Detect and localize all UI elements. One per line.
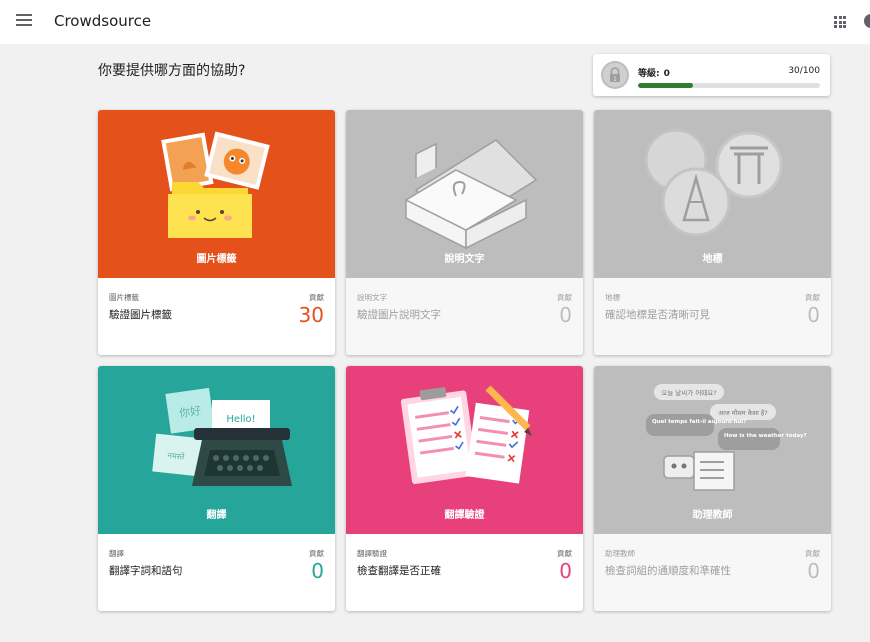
card-art: 翻譯驗證 [346,366,583,534]
card-description: 驗證圖片說明文字 [357,309,441,321]
account-icon[interactable] [864,14,870,28]
illustration-korean: 오늘 날씨가 어때요? [661,388,716,397]
app-bar: Crowdsource [0,0,870,44]
task-card-image-label[interactable]: 圖片標籤 圖片標籤 驗證圖片標籤 貢獻 30 [98,110,335,355]
card-description: 驗證圖片標籤 [109,309,172,321]
contribution-label: 貢獻 [557,549,572,558]
card-art: 說明文字 [346,110,583,278]
card-title: 翻譯 [206,510,227,521]
svg-text:1: 1 [613,77,616,83]
level-progress-bar [638,83,820,88]
task-card-landmarks[interactable]: 地標 地標 確認地標是否清晰可見 貢獻 0 [594,110,831,355]
app-title: Crowdsource [54,12,152,30]
illustration-namaste: नमस्ते [167,450,185,462]
apps-grid-icon[interactable] [834,16,846,28]
contribution-count: 0 [807,559,820,583]
card-subtitle: 地標 [605,293,620,302]
contribution-count: 0 [559,559,572,583]
illustration-french: Quel temps fait-il aujourd'hui? [652,419,746,425]
task-card-translation-validation[interactable]: 翻譯驗證 翻譯驗證 檢查翻譯是否正確 貢獻 0 [346,366,583,611]
level-badge: 1 [601,61,629,89]
contribution-count: 0 [559,303,572,327]
contribution-label: 貢獻 [309,293,324,302]
card-art: 오늘 날씨가 어때요? आज मौसम कैसा है? Quel temps … [594,366,831,534]
card-title: 翻譯驗證 [444,510,485,521]
card-title: 地標 [702,254,723,265]
contribution-count: 0 [807,303,820,327]
contribution-count: 30 [298,303,324,327]
level-progress-text: 30/100 [788,66,820,76]
card-subtitle: 翻譯驗證 [357,549,387,558]
contribution-label: 貢獻 [805,549,820,558]
page-heading: 你要提供哪方面的協助? [98,63,246,79]
menu-icon[interactable] [16,14,32,28]
level-card: 1 等級: 0 30/100 [593,54,830,96]
illustration-hello: Hello! [226,414,255,425]
card-title: 助理教師 [692,510,733,521]
task-card-assistant-teacher[interactable]: 오늘 날씨가 어때요? आज मौसम कैसा है? Quel temps … [594,366,831,611]
contribution-label: 貢獻 [557,293,572,302]
level-value: 0 [663,69,670,79]
illustration-hindi: आज मौसम कैसा है? [718,409,768,417]
card-art: 圖片標籤 [98,110,335,278]
card-art: 你好 नमस्ते Hello! 翻譯 [98,366,335,534]
card-subtitle: 說明文字 [357,293,387,302]
lock-icon: 1 [603,63,627,87]
card-description: 檢查詞組的通順度和準確性 [605,565,731,577]
card-subtitle: 翻譯 [109,549,124,558]
card-subtitle: 助理教師 [605,549,635,558]
contribution-count: 0 [311,559,324,583]
card-title: 圖片標籤 [196,254,237,265]
card-description: 翻譯字詞和語句 [109,565,183,577]
task-card-captions[interactable]: 說明文字 說明文字 驗證圖片說明文字 貢獻 0 [346,110,583,355]
level-progress-fill [638,83,693,88]
task-card-translation[interactable]: 你好 नमस्ते Hello! 翻譯 翻譯 翻譯字詞和語句 貢獻 0 [98,366,335,611]
contribution-label: 貢獻 [805,293,820,302]
card-art: 地標 [594,110,831,278]
card-subtitle: 圖片標籤 [109,293,139,302]
card-description: 確認地標是否清晰可見 [605,309,710,321]
contribution-label: 貢獻 [309,549,324,558]
level-label: 等級: 0 [638,69,670,79]
card-description: 檢查翻譯是否正確 [357,565,441,577]
illustration-english: How is the weather today? [724,433,807,439]
card-title: 說明文字 [444,254,485,265]
